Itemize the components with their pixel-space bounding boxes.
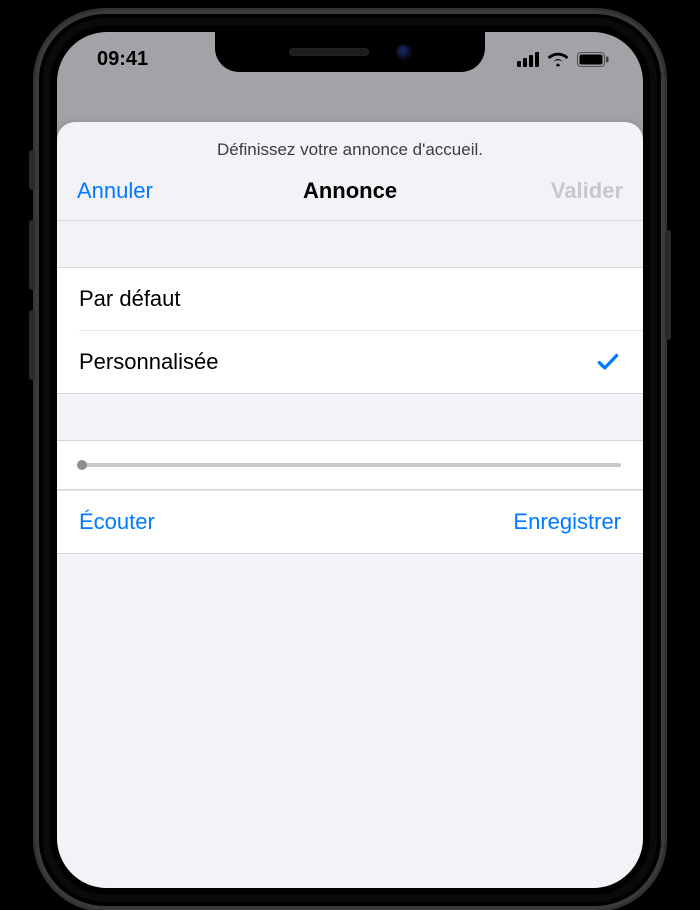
sheet-prompt: Définissez votre annonce d'accueil. (57, 122, 643, 168)
side-button (665, 230, 671, 340)
volume-down-button (29, 310, 35, 380)
volume-up-button (29, 220, 35, 290)
greeting-sheet: Définissez votre annonce d'accueil. Annu… (57, 122, 643, 888)
screen: 09:41 (57, 32, 643, 888)
option-custom-label: Personnalisée (79, 349, 218, 375)
option-default-label: Par défaut (79, 286, 181, 312)
wifi-icon (547, 51, 569, 67)
record-button[interactable]: Enregistrer (513, 509, 621, 535)
playback-slider[interactable] (79, 463, 621, 467)
greeting-options-list: Par défaut Personnalisée (57, 267, 643, 394)
notch (215, 32, 485, 72)
cellular-icon (517, 52, 539, 67)
actions-row: Écouter Enregistrer (57, 490, 643, 554)
option-custom[interactable]: Personnalisée (79, 330, 643, 393)
front-camera (397, 45, 411, 59)
playback-progress-group (57, 440, 643, 490)
play-button[interactable]: Écouter (79, 509, 155, 535)
nav-bar: Annuler Annonce Valider (57, 168, 643, 221)
cancel-button[interactable]: Annuler (77, 178, 153, 204)
phone-frame: 09:41 (35, 10, 665, 910)
speaker-grille (289, 48, 369, 56)
battery-icon (577, 52, 609, 67)
bezel: 09:41 (50, 25, 650, 895)
slider-thumb[interactable] (77, 460, 87, 470)
mute-switch (29, 150, 35, 190)
done-button[interactable]: Valider (551, 178, 623, 204)
group-gap-2 (57, 394, 643, 440)
option-default[interactable]: Par défaut (57, 268, 643, 330)
checkmark-icon (595, 349, 621, 375)
group-gap (57, 221, 643, 267)
